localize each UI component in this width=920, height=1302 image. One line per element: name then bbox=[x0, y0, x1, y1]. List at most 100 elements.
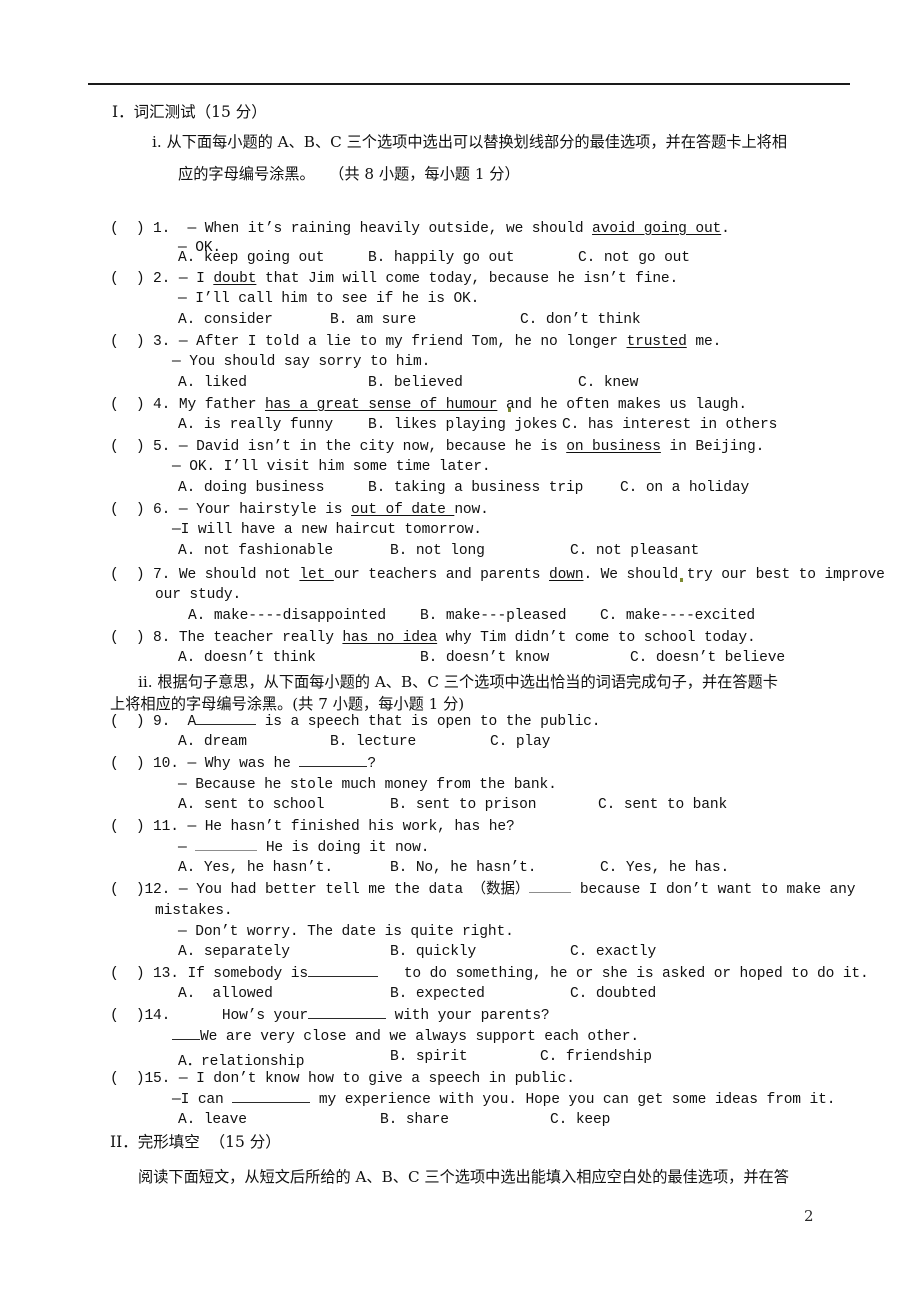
question-10-option-a[interactable]: A. sent to school bbox=[178, 797, 324, 813]
q12-answer-blank[interactable] bbox=[529, 892, 572, 893]
question-11-option-c[interactable]: C. Yes, he has. bbox=[600, 860, 729, 876]
q11-reply-pre: — bbox=[178, 840, 196, 856]
question-2-option-c[interactable]: C. don’t think bbox=[520, 312, 641, 328]
q8-bracket[interactable]: ( ) bbox=[110, 630, 153, 646]
q11-bracket[interactable]: ( ) bbox=[110, 819, 153, 835]
question-3-option-c[interactable]: C. knew bbox=[578, 375, 638, 391]
q9-stem-post: is a speech that is open to the public. bbox=[256, 714, 601, 730]
exam-page: I．词汇测试（15 分） i. 从下面每小题的 A、B、C 三个选项中选出可以替… bbox=[0, 0, 920, 1302]
q12-bracket[interactable]: ( ) bbox=[110, 882, 145, 898]
proofing-mark-2-icon bbox=[680, 578, 683, 582]
q11-answer-blank[interactable] bbox=[195, 850, 258, 851]
question-13-option-a[interactable]: A. allowed bbox=[178, 986, 273, 1002]
q10-stem-post: ? bbox=[367, 756, 376, 772]
question-14-option-a[interactable]: A．relationship bbox=[178, 1049, 304, 1070]
question-12-option-b[interactable]: B. quickly bbox=[390, 944, 476, 960]
question-4-option-a[interactable]: A. is really funny bbox=[178, 417, 333, 433]
q10-answer-blank[interactable] bbox=[299, 766, 368, 767]
question-8-option-c[interactable]: C. doesn’t believe bbox=[630, 650, 785, 666]
question-10-option-b[interactable]: B. sent to prison bbox=[390, 797, 536, 813]
q14-answer-blank[interactable] bbox=[307, 1018, 386, 1019]
q9-answer-blank[interactable] bbox=[196, 724, 257, 725]
q10-bracket[interactable]: ( ) bbox=[110, 756, 153, 772]
question-12-stem-continued: mistakes. bbox=[155, 903, 233, 919]
q1-stem-pre: 1. — When it’s raining heavily outside, … bbox=[153, 221, 593, 237]
q7-bracket[interactable]: ( ) bbox=[110, 567, 153, 583]
question-13-option-b[interactable]: B. expected bbox=[390, 986, 485, 1002]
question-9-option-c[interactable]: C. play bbox=[490, 734, 550, 750]
question-5-option-c[interactable]: C. on a holiday bbox=[620, 480, 749, 496]
question-15-option-b[interactable]: B. share bbox=[380, 1112, 449, 1128]
question-2-option-a[interactable]: A. consider bbox=[178, 312, 273, 328]
question-12-reply: — Don’t worry. The date is quite right. bbox=[178, 924, 514, 940]
q15-answer-blank[interactable] bbox=[232, 1102, 311, 1103]
q2-bracket[interactable]: ( ) bbox=[110, 271, 153, 287]
subsection-i-instruction-line-2: 应的字母编号涂黑。 （共 8 小题，每小题 1 分） bbox=[178, 165, 520, 183]
question-14-option-b[interactable]: B. spirit bbox=[390, 1049, 468, 1065]
question-6-option-a[interactable]: A. not fashionable bbox=[178, 543, 333, 559]
question-1-option-b[interactable]: B. happily go out bbox=[368, 250, 514, 266]
question-5-option-a[interactable]: A. doing business bbox=[178, 480, 324, 496]
question-2-option-b[interactable]: B. am sure bbox=[330, 312, 416, 328]
question-6-stem: ( ) 6. — Your hairstyle is out of date n… bbox=[110, 501, 489, 520]
q7-underlined-phrase-2: down bbox=[549, 567, 584, 583]
question-8-option-b[interactable]: B. doesn’t know bbox=[420, 650, 549, 666]
q4-underlined-phrase: has a great sense of humour bbox=[264, 397, 498, 413]
proofing-mark-icon bbox=[508, 408, 511, 412]
q8-underlined-phrase: has no idea bbox=[342, 630, 438, 646]
question-13-stem: ( ) 13. If somebody is to do something, … bbox=[110, 965, 869, 984]
question-8-option-a[interactable]: A. doesn’t think bbox=[178, 650, 316, 666]
q2-stem-pre: 2. — I bbox=[153, 271, 214, 287]
question-6-option-b[interactable]: B. not long bbox=[390, 543, 485, 559]
question-8-stem: ( ) 8. The teacher really has no idea wh… bbox=[110, 629, 756, 648]
q9-bracket[interactable]: ( ) bbox=[110, 714, 153, 730]
question-15-option-c[interactable]: C. keep bbox=[550, 1112, 610, 1128]
question-15-stem: ( )15. — I don’t know how to give a spee… bbox=[110, 1070, 575, 1089]
question-3-option-a[interactable]: A. liked bbox=[178, 375, 247, 391]
question-12-option-a[interactable]: A. separately bbox=[178, 944, 290, 960]
question-9-stem: ( ) 9. A is a speech that is open to the… bbox=[110, 713, 601, 732]
question-12-option-c[interactable]: C. exactly bbox=[570, 944, 656, 960]
question-7-stem: ( ) 7. We should not let our teachers an… bbox=[110, 566, 885, 585]
question-15-option-a[interactable]: A. leave bbox=[178, 1112, 247, 1128]
question-13-option-c[interactable]: C. doubted bbox=[570, 986, 656, 1002]
q4-bracket[interactable]: ( ) bbox=[110, 397, 153, 413]
question-10-option-c[interactable]: C. sent to bank bbox=[598, 797, 727, 813]
q3-stem-post: me. bbox=[686, 334, 722, 350]
q15-bracket[interactable]: ( ) bbox=[110, 1071, 145, 1087]
question-6-option-c[interactable]: C. not pleasant bbox=[570, 543, 699, 559]
question-4-option-c[interactable]: C. has interest in others bbox=[562, 417, 777, 433]
q14-reply-leading-blank[interactable] bbox=[172, 1039, 200, 1040]
question-9-option-b[interactable]: B. lecture bbox=[330, 734, 416, 750]
question-1-option-c[interactable]: C. not go out bbox=[578, 250, 690, 266]
question-5-option-b[interactable]: B. taking a business trip bbox=[368, 480, 583, 496]
q1-underlined-phrase: avoid going out bbox=[592, 221, 722, 237]
question-10-reply: — Because he stole much money from the b… bbox=[178, 777, 557, 793]
q13-answer-blank[interactable] bbox=[308, 976, 378, 977]
question-2-stem: ( ) 2. — I doubt that Jim will come toda… bbox=[110, 270, 678, 289]
q3-underlined-phrase: trusted bbox=[626, 334, 687, 350]
question-7-option-b[interactable]: B. make---pleased bbox=[420, 608, 566, 624]
q5-bracket[interactable]: ( ) bbox=[110, 439, 153, 455]
q4-stem-pre: 4. My father bbox=[153, 397, 265, 413]
question-7-stem-continued: our study. bbox=[155, 587, 242, 603]
q11-reply-post: He is doing it now. bbox=[257, 840, 430, 856]
q5-stem-pre: 5. — David isn’t in the city now, becaus… bbox=[153, 439, 567, 455]
question-7-option-c[interactable]: C. make----excited bbox=[600, 608, 755, 624]
q13-bracket[interactable]: ( ) bbox=[110, 966, 153, 982]
q6-bracket[interactable]: ( ) bbox=[110, 502, 153, 518]
q1-bracket[interactable]: ( ) bbox=[110, 221, 153, 237]
question-9-option-a[interactable]: A. dream bbox=[178, 734, 247, 750]
question-11-option-b[interactable]: B. No, he hasn’t. bbox=[390, 860, 536, 876]
q12-stem-pre: 12. — You had better tell me the data （数… bbox=[144, 882, 530, 898]
q14-bracket[interactable]: ( ) bbox=[110, 1008, 145, 1024]
question-6-reply: —I will have a new haircut tomorrow. bbox=[172, 522, 482, 538]
question-7-option-a[interactable]: A. make----disappointed bbox=[188, 608, 386, 624]
question-3-option-b[interactable]: B. believed bbox=[368, 375, 463, 391]
question-11-option-a[interactable]: A. Yes, he hasn’t. bbox=[178, 860, 333, 876]
question-1-option-a[interactable]: A. keep going out bbox=[178, 250, 324, 266]
question-5-reply: — OK. I’ll visit him some time later. bbox=[172, 459, 491, 475]
question-4-option-b[interactable]: B. likes playing jokes bbox=[368, 417, 558, 433]
question-14-option-c[interactable]: C. friendship bbox=[540, 1049, 652, 1065]
q3-bracket[interactable]: ( ) bbox=[110, 334, 153, 350]
